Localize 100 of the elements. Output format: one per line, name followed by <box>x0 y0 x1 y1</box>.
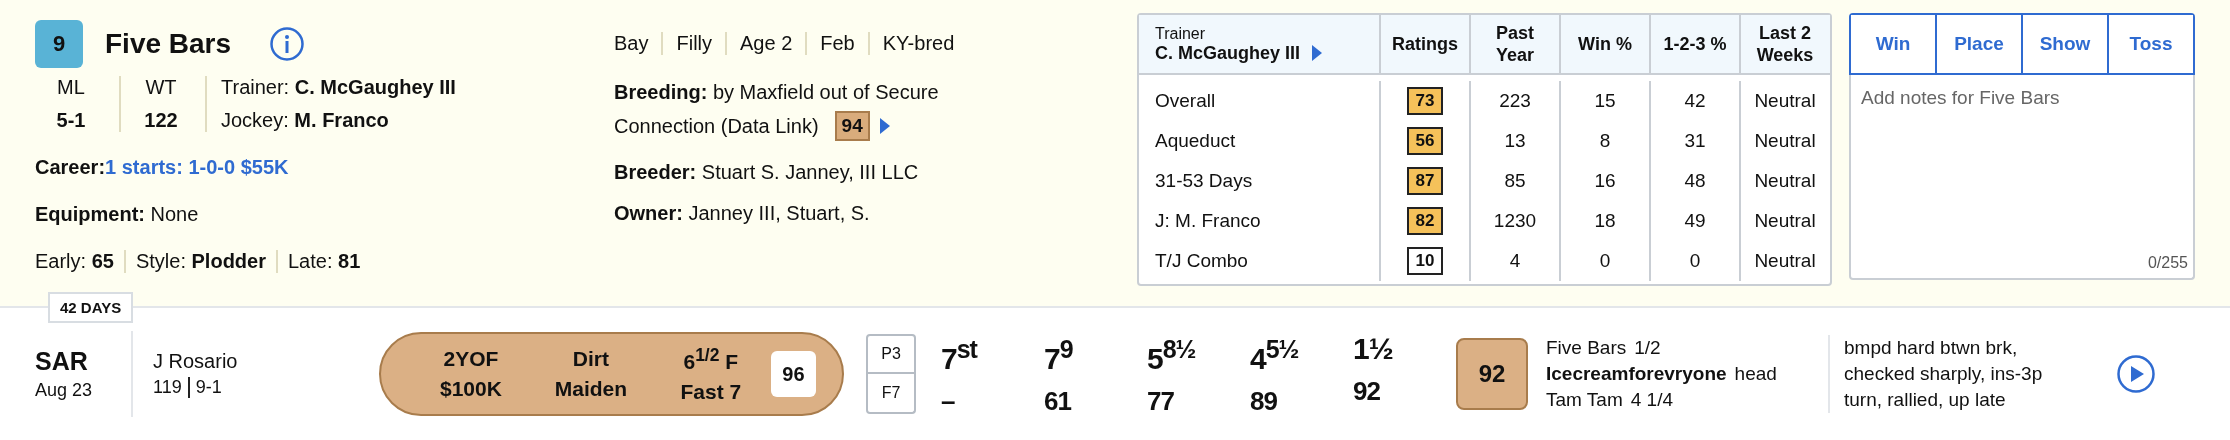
rating-badge: 10 <box>1407 247 1443 275</box>
rating-badge: 94 <box>834 111 870 141</box>
attribute-text: Filly <box>661 32 725 55</box>
column-header: Win % <box>1559 15 1649 73</box>
table-cell: 16 <box>1594 170 1616 192</box>
call-figure: 77 <box>1147 385 1175 417</box>
call-position: 4$^{5½}$ <box>1250 333 1300 376</box>
call-figure: 92 <box>1353 375 1381 407</box>
table-cell: Neutral <box>1754 90 1816 112</box>
career-label: Career: <box>35 156 106 178</box>
rating-badge: 87 <box>1407 167 1443 195</box>
jockey-name: J Rosario <box>153 350 239 373</box>
row-label: Overall <box>1155 90 1216 112</box>
stat-text: Style: Plodder <box>123 250 276 273</box>
table-cell: 15 <box>1594 90 1616 112</box>
table-cell: 1230 <box>1493 210 1537 232</box>
table-cell: 85 <box>1504 170 1526 192</box>
attribute-text: Age 2 <box>725 32 806 55</box>
character-counter: 0/255 <box>2147 254 2188 272</box>
attribute-text: Bay <box>614 32 650 55</box>
attribute-text: KY-bred <box>867 32 968 55</box>
table-cell: Neutral <box>1754 130 1816 152</box>
table-cell: Neutral <box>1754 250 1816 272</box>
race-info: Dirt <box>572 347 609 371</box>
finisher-margin: 1/2 <box>1634 337 1661 359</box>
finisher-margin: head <box>1734 363 1777 385</box>
race-comment: bmpd hard btwn brk, checked sharply, ins-3p turn, rallied, up late <box>1828 335 2076 413</box>
pick-button[interactable]: Toss <box>2107 15 2193 73</box>
trainer-name[interactable]: C. McGaughey III <box>1155 42 1301 64</box>
jockey-text: Jockey: M. Franco <box>221 109 390 132</box>
weight-value: 122 <box>144 109 178 132</box>
race-pill[interactable]: 2YOF $100K Dirt Maiden 6$^{1/2}$ F Fast 7 96 <box>379 332 844 416</box>
program-number: 9 <box>35 20 83 68</box>
call-figure: – <box>941 385 956 417</box>
field-size: F7 <box>866 374 916 414</box>
finisher-name: Five Bars <box>1546 337 1627 359</box>
days-badge: 42 DAYS <box>48 292 134 323</box>
race-info: Maiden <box>554 377 628 401</box>
table-cell: 48 <box>1684 170 1706 192</box>
rating-badge: 73 <box>1407 87 1443 115</box>
rating-badge: 82 <box>1407 207 1443 235</box>
call-position: 1½ <box>1353 331 1394 366</box>
weight-label: WT <box>145 76 177 99</box>
finisher-name: Icecreamforevryone <box>1546 363 1727 385</box>
call-figure: 89 <box>1250 385 1278 417</box>
call-position: 7$^{st}$ <box>941 333 979 376</box>
info-icon[interactable] <box>269 26 306 62</box>
table-cell: 8 <box>1599 130 1611 152</box>
odds-value: 9-1 <box>187 377 222 398</box>
weight-value: 119 <box>153 377 182 398</box>
table-cell: Neutral <box>1754 170 1816 192</box>
stat-text: Late: 81 <box>275 250 371 273</box>
race-info: $100K <box>440 377 502 401</box>
table-cell: 18 <box>1594 210 1616 232</box>
attribute-text: Feb <box>805 32 868 55</box>
play-icon[interactable] <box>2116 354 2156 394</box>
finisher-margin: 4 1/4 <box>1630 389 1673 411</box>
trainer-text: Trainer: C. McGaughey III <box>221 76 456 99</box>
table-cell: 4 <box>1509 250 1521 272</box>
breeding-text: Breeding: by Maxfield out of Secure <box>614 81 939 103</box>
row-label: Aqueduct <box>1155 130 1236 152</box>
race-date: Aug 23 <box>35 380 94 401</box>
speed-figure: 96 <box>770 351 816 397</box>
row-label: 31-53 Days <box>1155 170 1253 192</box>
column-header: Last 2 Weeks <box>1739 15 1829 73</box>
finisher-name: Tam Tam <box>1546 389 1623 411</box>
race-info: Fast 7 <box>680 379 742 404</box>
pick-button[interactable]: Win <box>1851 15 1935 73</box>
stat-text: Early: 65 <box>35 250 115 273</box>
table-cell: 31 <box>1684 130 1706 152</box>
call-position: 7$^{9}$ <box>1044 333 1074 376</box>
race-info: 6$^{1/2}$ F <box>683 344 739 374</box>
table-cell: 49 <box>1684 210 1706 232</box>
trainer-label: Trainer <box>1155 24 1206 43</box>
rating-badge: 56 <box>1407 127 1443 155</box>
horse-name: Five Bars <box>105 28 232 60</box>
table-cell: 223 <box>1499 90 1531 112</box>
post-position: P3 <box>866 334 916 374</box>
table-cell: 0 <box>1599 250 1611 272</box>
call-position: 5$^{8½}$ <box>1147 333 1197 376</box>
column-header: Ratings <box>1379 15 1469 73</box>
equipment-text: Equipment: None <box>35 203 199 225</box>
breeder-text: Breeder: Stuart S. Janney, III LLC <box>614 161 919 183</box>
table-cell: Neutral <box>1754 210 1816 232</box>
caret-icon[interactable] <box>879 118 890 134</box>
call-figure: 61 <box>1044 385 1073 417</box>
career-link[interactable]: 1 starts: 1-0-0 $55K <box>105 156 289 178</box>
caret-icon[interactable] <box>1312 45 1323 61</box>
pick-button[interactable]: Show <box>2021 15 2107 73</box>
odds-value: 5-1 <box>56 109 86 132</box>
track-code: SAR <box>35 347 89 376</box>
table-cell: 13 <box>1504 130 1526 152</box>
row-label: T/J Combo <box>1155 250 1248 272</box>
pick-button[interactable]: Place <box>1935 15 2021 73</box>
figure-badge: 92 <box>1456 338 1528 410</box>
column-header: 1-2-3 % <box>1649 15 1739 73</box>
odds-label: ML <box>57 76 85 99</box>
row-label: J: M. Franco <box>1155 210 1261 232</box>
breeding-text: Connection (Data Link) <box>614 114 819 139</box>
owner-text: Owner: Janney III, Stuart, S. <box>614 202 870 224</box>
